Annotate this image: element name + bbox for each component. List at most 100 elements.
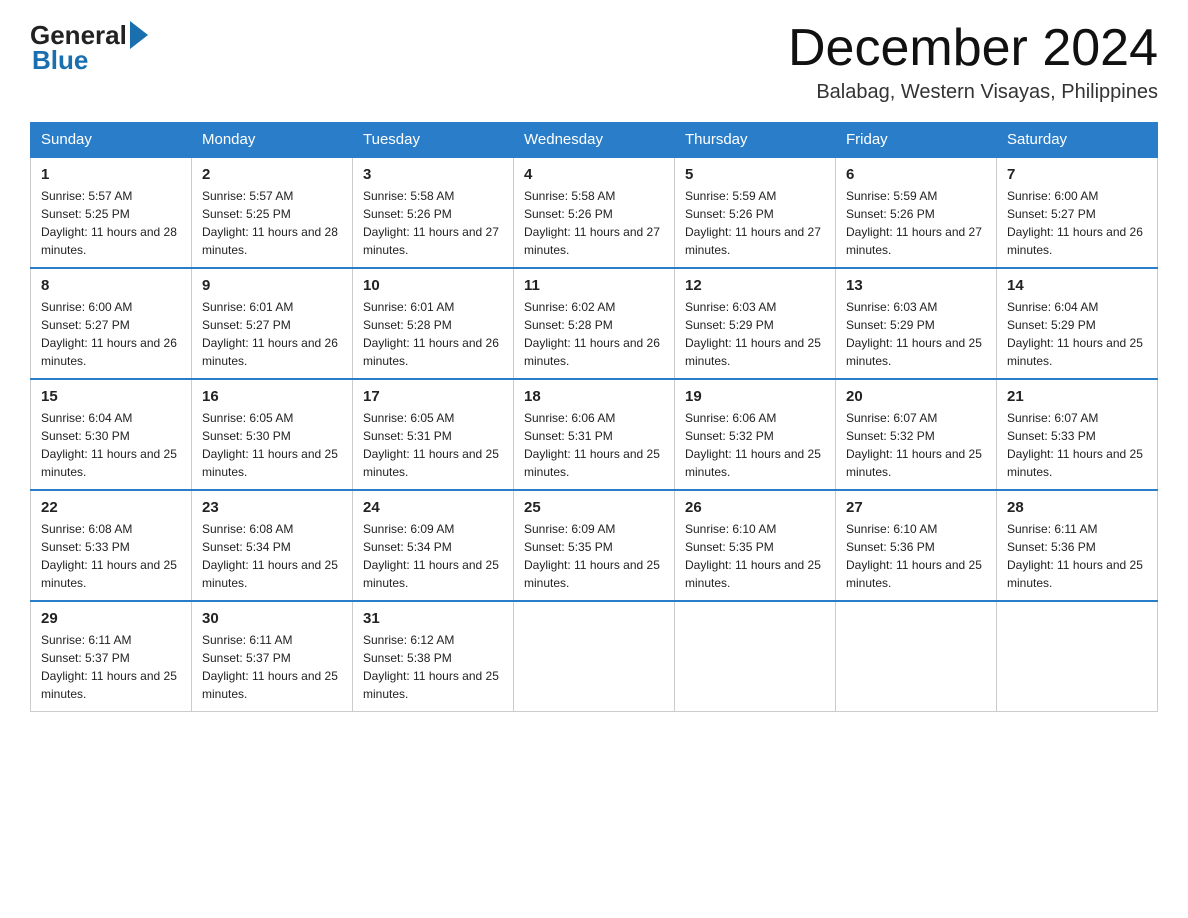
- day-number: 4: [524, 166, 664, 183]
- calendar-day-cell: 11 Sunrise: 6:02 AMSunset: 5:28 PMDayligh…: [514, 268, 675, 379]
- day-detail: Sunrise: 6:08 AMSunset: 5:34 PMDaylight:…: [202, 520, 342, 592]
- day-detail: Sunrise: 6:08 AMSunset: 5:33 PMDaylight:…: [41, 520, 181, 592]
- calendar-day-cell: 14 Sunrise: 6:04 AMSunset: 5:29 PMDayligh…: [997, 268, 1158, 379]
- calendar-week-row: 8 Sunrise: 6:00 AMSunset: 5:27 PMDaylight…: [31, 268, 1158, 379]
- calendar-day-cell: [675, 601, 836, 712]
- day-detail: Sunrise: 6:10 AMSunset: 5:35 PMDaylight:…: [685, 520, 825, 592]
- day-number: 17: [363, 388, 503, 405]
- day-detail: Sunrise: 6:04 AMSunset: 5:29 PMDaylight:…: [1007, 298, 1147, 370]
- day-number: 10: [363, 277, 503, 294]
- day-number: 11: [524, 277, 664, 294]
- day-detail: Sunrise: 6:05 AMSunset: 5:30 PMDaylight:…: [202, 409, 342, 481]
- day-number: 5: [685, 166, 825, 183]
- day-detail: Sunrise: 6:07 AMSunset: 5:32 PMDaylight:…: [846, 409, 986, 481]
- calendar-day-cell: 24 Sunrise: 6:09 AMSunset: 5:34 PMDayligh…: [353, 490, 514, 601]
- day-detail: Sunrise: 5:58 AMSunset: 5:26 PMDaylight:…: [363, 187, 503, 259]
- day-detail: Sunrise: 5:59 AMSunset: 5:26 PMDaylight:…: [685, 187, 825, 259]
- day-number: 20: [846, 388, 986, 405]
- day-detail: Sunrise: 5:58 AMSunset: 5:26 PMDaylight:…: [524, 187, 664, 259]
- calendar-day-cell: 31 Sunrise: 6:12 AMSunset: 5:38 PMDayligh…: [353, 601, 514, 712]
- calendar-table: SundayMondayTuesdayWednesdayThursdayFrid…: [30, 122, 1158, 712]
- calendar-day-cell: 4 Sunrise: 5:58 AMSunset: 5:26 PMDaylight…: [514, 157, 675, 268]
- day-detail: Sunrise: 6:02 AMSunset: 5:28 PMDaylight:…: [524, 298, 664, 370]
- calendar-day-cell: 21 Sunrise: 6:07 AMSunset: 5:33 PMDayligh…: [997, 379, 1158, 490]
- calendar-day-cell: 13 Sunrise: 6:03 AMSunset: 5:29 PMDayligh…: [836, 268, 997, 379]
- calendar-day-cell: 6Sunrise: 5:59 AMSunset: 5:26 PMDaylight…: [836, 157, 997, 268]
- day-detail: Sunrise: 6:10 AMSunset: 5:36 PMDaylight:…: [846, 520, 986, 592]
- calendar-day-cell: 28Sunrise: 6:11 AMSunset: 5:36 PMDayligh…: [997, 490, 1158, 601]
- calendar-day-cell: 30Sunrise: 6:11 AMSunset: 5:37 PMDayligh…: [192, 601, 353, 712]
- day-detail: Sunrise: 5:57 AMSunset: 5:25 PMDaylight:…: [202, 187, 342, 259]
- day-number: 13: [846, 277, 986, 294]
- calendar-day-cell: 17 Sunrise: 6:05 AMSunset: 5:31 PMDayligh…: [353, 379, 514, 490]
- calendar-day-header: Monday: [192, 123, 353, 158]
- day-number: 21: [1007, 388, 1147, 405]
- calendar-day-cell: [836, 601, 997, 712]
- calendar-week-row: 22Sunrise: 6:08 AMSunset: 5:33 PMDayligh…: [31, 490, 1158, 601]
- day-number: 23: [202, 499, 342, 516]
- day-number: 8: [41, 277, 181, 294]
- day-number: 30: [202, 610, 342, 627]
- calendar-day-cell: 5 Sunrise: 5:59 AMSunset: 5:26 PMDaylight…: [675, 157, 836, 268]
- calendar-day-cell: 29Sunrise: 6:11 AMSunset: 5:37 PMDayligh…: [31, 601, 192, 712]
- calendar-day-cell: 22Sunrise: 6:08 AMSunset: 5:33 PMDayligh…: [31, 490, 192, 601]
- day-detail: Sunrise: 6:09 AMSunset: 5:34 PMDaylight:…: [363, 520, 503, 592]
- calendar-day-cell: 3 Sunrise: 5:58 AMSunset: 5:26 PMDaylight…: [353, 157, 514, 268]
- calendar-day-header: Tuesday: [353, 123, 514, 158]
- day-detail: Sunrise: 6:12 AMSunset: 5:38 PMDaylight:…: [363, 631, 503, 703]
- calendar-day-cell: 23 Sunrise: 6:08 AMSunset: 5:34 PMDayligh…: [192, 490, 353, 601]
- logo-blue-text: Blue: [32, 45, 88, 76]
- day-detail: Sunrise: 6:04 AMSunset: 5:30 PMDaylight:…: [41, 409, 181, 481]
- calendar-day-cell: 9 Sunrise: 6:01 AMSunset: 5:27 PMDaylight…: [192, 268, 353, 379]
- title-block: December 2024 Balabag, Western Visayas, …: [788, 20, 1158, 104]
- day-number: 7: [1007, 166, 1147, 183]
- day-number: 14: [1007, 277, 1147, 294]
- calendar-day-cell: 7Sunrise: 6:00 AMSunset: 5:27 PMDaylight…: [997, 157, 1158, 268]
- day-number: 28: [1007, 499, 1147, 516]
- day-detail: Sunrise: 6:01 AMSunset: 5:27 PMDaylight:…: [202, 298, 342, 370]
- calendar-day-cell: 2 Sunrise: 5:57 AMSunset: 5:25 PMDaylight…: [192, 157, 353, 268]
- day-number: 26: [685, 499, 825, 516]
- calendar-day-cell: [514, 601, 675, 712]
- day-number: 31: [363, 610, 503, 627]
- day-detail: Sunrise: 5:57 AMSunset: 5:25 PMDaylight:…: [41, 187, 181, 259]
- day-number: 18: [524, 388, 664, 405]
- logo: General Blue: [30, 20, 148, 76]
- calendar-week-row: 15 Sunrise: 6:04 AMSunset: 5:30 PMDayligh…: [31, 379, 1158, 490]
- day-detail: Sunrise: 6:03 AMSunset: 5:29 PMDaylight:…: [685, 298, 825, 370]
- day-number: 1: [41, 166, 181, 183]
- day-detail: Sunrise: 6:05 AMSunset: 5:31 PMDaylight:…: [363, 409, 503, 481]
- day-detail: Sunrise: 6:00 AMSunset: 5:27 PMDaylight:…: [41, 298, 181, 370]
- calendar-day-cell: 19 Sunrise: 6:06 AMSunset: 5:32 PMDayligh…: [675, 379, 836, 490]
- calendar-day-cell: 10 Sunrise: 6:01 AMSunset: 5:28 PMDayligh…: [353, 268, 514, 379]
- day-number: 19: [685, 388, 825, 405]
- day-detail: Sunrise: 6:01 AMSunset: 5:28 PMDaylight:…: [363, 298, 503, 370]
- calendar-day-cell: 26 Sunrise: 6:10 AMSunset: 5:35 PMDayligh…: [675, 490, 836, 601]
- day-number: 15: [41, 388, 181, 405]
- day-detail: Sunrise: 5:59 AMSunset: 5:26 PMDaylight:…: [846, 187, 986, 259]
- calendar-day-header: Thursday: [675, 123, 836, 158]
- day-number: 2: [202, 166, 342, 183]
- calendar-day-cell: 15 Sunrise: 6:04 AMSunset: 5:30 PMDayligh…: [31, 379, 192, 490]
- day-number: 12: [685, 277, 825, 294]
- day-detail: Sunrise: 6:09 AMSunset: 5:35 PMDaylight:…: [524, 520, 664, 592]
- page-header: General Blue December 2024 Balabag, West…: [30, 20, 1158, 104]
- calendar-week-row: 29Sunrise: 6:11 AMSunset: 5:37 PMDayligh…: [31, 601, 1158, 712]
- calendar-day-cell: [997, 601, 1158, 712]
- day-number: 24: [363, 499, 503, 516]
- calendar-day-header: Wednesday: [514, 123, 675, 158]
- calendar-day-header: Friday: [836, 123, 997, 158]
- day-number: 27: [846, 499, 986, 516]
- calendar-day-cell: 27 Sunrise: 6:10 AMSunset: 5:36 PMDayligh…: [836, 490, 997, 601]
- day-detail: Sunrise: 6:07 AMSunset: 5:33 PMDaylight:…: [1007, 409, 1147, 481]
- day-number: 3: [363, 166, 503, 183]
- logo-arrow-icon: [130, 21, 148, 49]
- day-number: 9: [202, 277, 342, 294]
- calendar-day-cell: 1 Sunrise: 5:57 AMSunset: 5:25 PMDaylight…: [31, 157, 192, 268]
- month-year-title: December 2024: [788, 20, 1158, 77]
- day-detail: Sunrise: 6:06 AMSunset: 5:32 PMDaylight:…: [685, 409, 825, 481]
- calendar-day-header: Saturday: [997, 123, 1158, 158]
- day-detail: Sunrise: 6:03 AMSunset: 5:29 PMDaylight:…: [846, 298, 986, 370]
- day-detail: Sunrise: 6:06 AMSunset: 5:31 PMDaylight:…: [524, 409, 664, 481]
- calendar-day-cell: 8 Sunrise: 6:00 AMSunset: 5:27 PMDaylight…: [31, 268, 192, 379]
